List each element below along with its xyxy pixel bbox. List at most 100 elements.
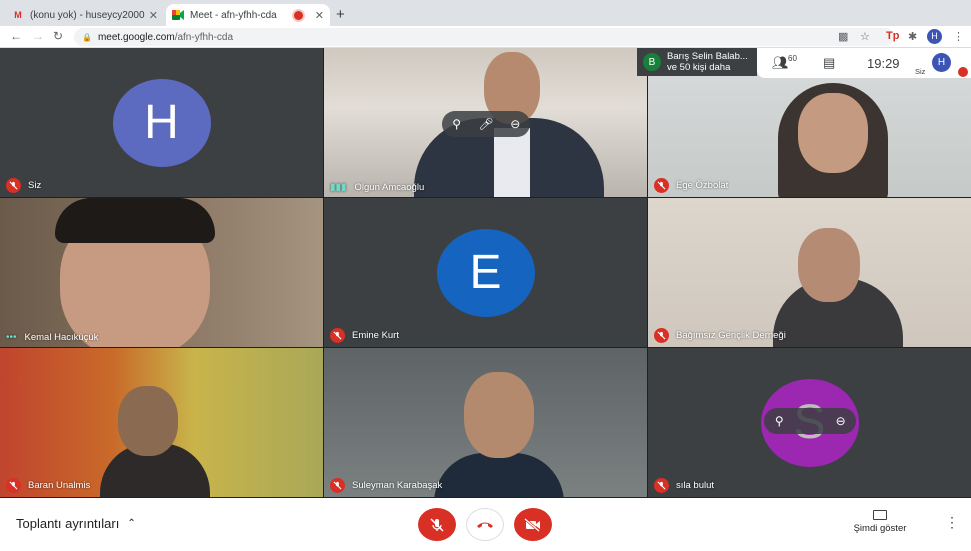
self-avatar: H [932,53,951,72]
bottom-control-bar: Toplantı ayrıntıları ⌃ Şimdi göster ⋮ [0,498,971,551]
mic-off-icon [330,478,345,493]
participant-tile[interactable]: ⚲ 🎤︎ ⊖ ▮▮▮ Olgun Amcaoğlu [324,48,647,197]
participant-video [434,453,564,497]
video-grid: H Siz ⚲ 🎤︎ ⊖ ▮▮▮ Olgun Amcaoğlu Ege Özbo… [0,48,971,498]
menu-dots-icon[interactable]: ⋮ [953,30,964,43]
meeting-details-button[interactable]: Toplantı ayrıntıları ⌃ [16,516,136,531]
forward-icon[interactable]: → [32,29,44,43]
participant-tile[interactable]: H Siz [0,48,323,197]
participant-video-face [118,386,178,456]
participant-name-tag: Siz [6,178,41,193]
participant-name-tag: sıla bulut [654,478,714,493]
mic-icon[interactable]: 🎤︎ [471,117,500,131]
audio-dots-icon: ••• [6,332,17,343]
gmail-icon: M [14,10,22,20]
participant-name-tag: Bağımsız Gençlik Derneği [654,328,786,343]
pin-icon[interactable]: ⚲ [442,117,471,131]
participant-name: Siz [28,180,42,191]
participant-tile[interactable]: E Emine Kurt [324,198,647,347]
card-line-2: ve 50 kişi daha [667,62,731,73]
mic-off-icon [654,178,669,193]
chat-icon[interactable]: ▤ [823,55,835,71]
participant-name: sıla bulut [676,480,715,491]
participant-tile[interactable]: Bağımsız Gençlik Derneği [648,198,971,347]
meeting-info-panel: 👥︎ 60 ▤ 19:29 Siz H [757,48,971,78]
participant-name-tag: Suleyman Karabaşak [330,478,442,493]
participant-video-face [464,372,534,458]
reload-icon[interactable]: ↻ [53,29,63,43]
hang-up-icon [477,522,493,528]
participant-name-tag: ••• Kemal Hacıküçük [6,332,98,343]
recording-icon [293,10,303,20]
participant-name: Baran Unalmis [28,480,91,491]
mic-off-icon [654,478,669,493]
browser-tab-strip: M (konu yok) - huseycy2000@gm ✕ Meet - a… [0,0,971,26]
new-tab-button[interactable]: + [336,6,345,23]
participant-name-tag: Emine Kurt [330,328,399,343]
mic-off-icon [6,178,21,193]
present-now-button[interactable]: Şimdi göster [845,510,915,534]
camera-toggle-button[interactable] [514,508,552,541]
mic-off-icon [330,328,345,343]
leave-call-button[interactable] [466,508,504,541]
participant-video-shirt [494,128,530,197]
tab-close-button[interactable]: ✕ [149,9,158,22]
camera-off-icon [524,517,540,532]
url-host: meet.google.com [97,31,175,43]
tab-close-button[interactable]: ✕ [315,9,324,22]
participant-tile[interactable]: Suleyman Karabaşak [324,348,647,497]
avatar: E [436,228,535,317]
lock-icon: 🔒 [82,32,92,42]
tab-gmail[interactable]: M (konu yok) - huseycy2000@gm ✕ [6,4,164,26]
active-speaker-card[interactable]: B Barış Selin Balab... ve 50 kişi daha [637,48,757,76]
mic-off-icon [6,478,21,493]
tab-label: Meet - afn-yfhh-cda [190,9,277,21]
profile-avatar[interactable]: H [927,29,942,44]
people-icon[interactable]: 👥︎ [772,55,789,71]
meet-icon [172,9,184,21]
mic-off-icon [430,517,444,532]
participant-name: Suleyman Karabaşak [352,480,443,491]
participant-name-tag: ▮▮▮ Olgun Amcaoğlu [330,182,424,193]
more-options-icon[interactable]: ⋮ [945,514,959,531]
participant-video-face [798,228,860,302]
remove-icon[interactable]: ⊖ [826,414,856,428]
participant-name-tag: Ege Özbolat [654,178,728,193]
participant-tile[interactable]: S ⚲ ​ ⊖ sıla bulut [648,348,971,497]
extensions-puzzle-icon[interactable]: ✱ [908,30,917,43]
participant-name: Olgun Amcaoğlu [354,182,425,193]
mic-toggle-button[interactable] [418,508,456,541]
avatar: H [112,78,211,167]
star-icon[interactable]: ☆ [860,30,870,43]
participant-tile[interactable]: ••• Kemal Hacıküçük [0,198,323,347]
participant-name: Emine Kurt [352,330,399,341]
tile-hover-controls: ⚲ ​ ⊖ [764,408,856,434]
mic-off-icon [958,67,968,77]
card-line-1: Barış Selin Balab... [667,51,748,62]
mic-icon[interactable]: ​ [795,414,825,428]
tab-label: (konu yok) - huseycy2000@gm [30,9,145,21]
camera-icon[interactable]: ▩ [838,30,848,43]
pin-icon[interactable]: ⚲ [764,414,794,428]
remove-icon[interactable]: ⊖ [501,117,530,131]
present-screen-icon [873,510,887,520]
participant-video-face [798,93,868,173]
participant-video-hair [55,198,215,243]
participant-name-tag: Baran Unalmis [6,478,90,493]
avatar: B [643,53,661,71]
extension-tp-icon[interactable]: Tp [886,30,899,42]
tab-meet[interactable]: Meet - afn-yfhh-cda ✕ [166,4,330,26]
present-label: Şimdi göster [853,523,907,534]
address-bar[interactable]: 🔒 meet.google.com/afn-yfhh-cda [74,28,894,46]
browser-toolbar: ← → ↻ 🔒 meet.google.com/afn-yfhh-cda ▩ ☆… [0,26,971,48]
meeting-clock: 19:29 [867,56,900,71]
chevron-up-icon: ⌃ [127,518,136,529]
participant-count: 60 [788,54,797,63]
participant-name: Bağımsız Gençlik Derneği [676,330,786,341]
participant-tile[interactable]: Baran Unalmis [0,348,323,497]
back-icon[interactable]: ← [10,29,22,43]
tile-hover-controls: ⚲ 🎤︎ ⊖ [442,111,530,137]
url-path: /afn-yfhh-cda [174,31,234,43]
mic-off-icon [654,328,669,343]
participant-name: Ege Özbolat [676,180,729,191]
